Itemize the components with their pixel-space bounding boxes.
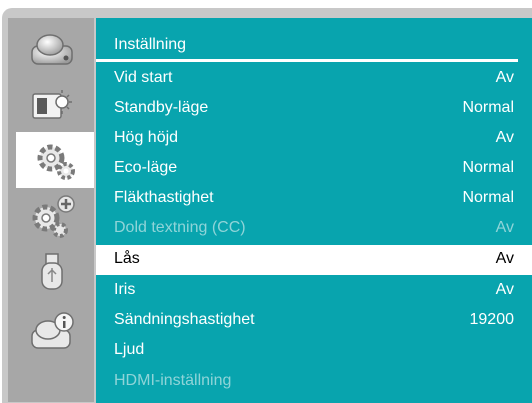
picture-brightness-icon [32,90,72,119]
menu-item-label: Vid start [114,69,173,86]
menu-item-label: Ljud [114,341,145,358]
settings-menu-panel: Inställning Vid start Av Standby-läge No… [96,18,532,403]
advanced-settings-icon [32,195,75,238]
menu-item-value: Av [495,281,514,298]
information-icon [31,312,74,349]
menu-item-hdmi: HDMI-inställning [96,367,532,397]
tab-advanced[interactable] [10,188,94,244]
menu-item-closed-caption: Dold textning (CC) Av [96,214,532,244]
menu-item-label: Standby-läge [114,99,209,116]
menu-item-value: Normal [462,99,514,116]
tab-picture[interactable] [10,76,94,132]
menu-item-label: HDMI-inställning [114,372,232,389]
menu-item-label: Eco-läge [114,159,178,176]
menu-item-standby[interactable]: Standby-läge Normal [96,94,532,124]
menu-item-value: Av [495,69,514,86]
projector-icon [31,34,73,65]
menu-item-flakthastighet[interactable]: Fläkthastighet Normal [96,184,532,214]
menu-item-ljud[interactable]: Ljud [96,336,532,366]
tab-usb[interactable] [10,244,94,300]
tab-settings[interactable] [16,132,94,188]
menu-item-label: Lås [114,250,140,267]
menu-item-label: Dold textning (CC) [114,219,246,236]
menu-item-label: Iris [114,281,136,298]
menu-title: Inställning [96,18,532,60]
usb-icon [41,253,63,290]
menu-item-value: Av [495,250,514,267]
menu-item-label: Sändningshastighet [114,311,255,328]
menu-item-hog-hojd[interactable]: Hög höjd Av [96,124,532,154]
tab-projector[interactable] [10,20,94,76]
menu-item-value: Av [495,129,514,146]
menu-item-eco[interactable]: Eco-läge Normal [96,154,532,184]
tab-info[interactable] [10,302,94,358]
title-divider [96,59,518,62]
menu-item-value: Normal [462,159,514,176]
settings-gears-icon [37,144,75,180]
menu-item-value: Normal [462,189,514,206]
menu-item-las[interactable]: Lås Av [96,245,532,275]
menu-item-iris[interactable]: Iris Av [96,276,532,306]
menu-item-label: Fläkthastighet [114,189,214,206]
menu-title-text: Inställning [114,36,187,53]
menu-item-baud-rate[interactable]: Sändningshastighet 19200 [96,306,532,336]
menu-item-vid-start[interactable]: Vid start Av [96,64,532,94]
menu-item-label: Hög höjd [114,129,179,146]
menu-item-value: Av [495,219,514,236]
menu-item-value: 19200 [469,311,515,328]
